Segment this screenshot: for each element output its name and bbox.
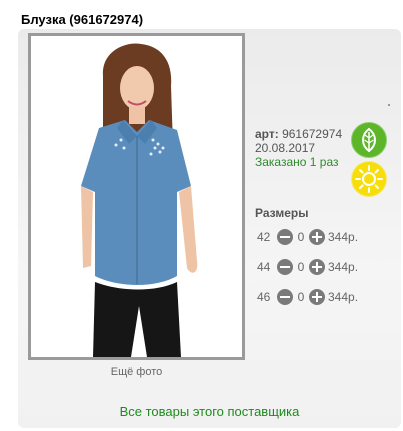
plus-icon[interactable]: [309, 259, 325, 275]
model-illustration: [81, 43, 198, 357]
supplier-products-link[interactable]: Все товары этого поставщика: [18, 404, 401, 419]
article-value: 961672974: [282, 127, 343, 141]
plus-icon[interactable]: [309, 229, 325, 245]
more-photos-link[interactable]: Ещё фото: [28, 366, 245, 378]
minus-icon[interactable]: [277, 229, 293, 245]
leaf-icon: [351, 122, 387, 158]
minus-icon[interactable]: [277, 259, 293, 275]
size-row: 46 0 344р.: [255, 288, 358, 306]
size-row: 42 0 344р.: [255, 228, 358, 246]
product-date: 20.08.2017: [255, 141, 316, 155]
size-value: 46: [257, 290, 271, 304]
sizes-heading: Размеры: [255, 206, 309, 220]
size-value: 44: [257, 260, 271, 274]
quantity-value: 0: [297, 290, 305, 304]
product-title: Блузка (961672974): [21, 12, 144, 27]
quantity-value: 0: [297, 260, 305, 274]
size-value: 42: [257, 230, 271, 244]
product-photo-frame[interactable]: [28, 33, 245, 360]
plus-icon[interactable]: [309, 289, 325, 305]
sun-icon: [351, 161, 387, 197]
quantity-value: 0: [297, 230, 305, 244]
article-label: арт:: [255, 127, 279, 141]
price-value: 344р.: [328, 230, 359, 244]
price-value: 344р.: [328, 260, 359, 274]
product-photo[interactable]: [31, 36, 242, 357]
price-value: 344р.: [328, 290, 359, 304]
decorative-dot: [388, 104, 390, 106]
product-info: арт: 961672974 20.08.2017 Заказано 1 раз: [255, 127, 342, 169]
minus-icon[interactable]: [277, 289, 293, 305]
product-card: Блузка (961672974) Ещё фото арт: 9616729…: [0, 0, 403, 431]
ordered-count: Заказано 1 раз: [255, 155, 339, 169]
size-row: 44 0 344р.: [255, 258, 358, 276]
